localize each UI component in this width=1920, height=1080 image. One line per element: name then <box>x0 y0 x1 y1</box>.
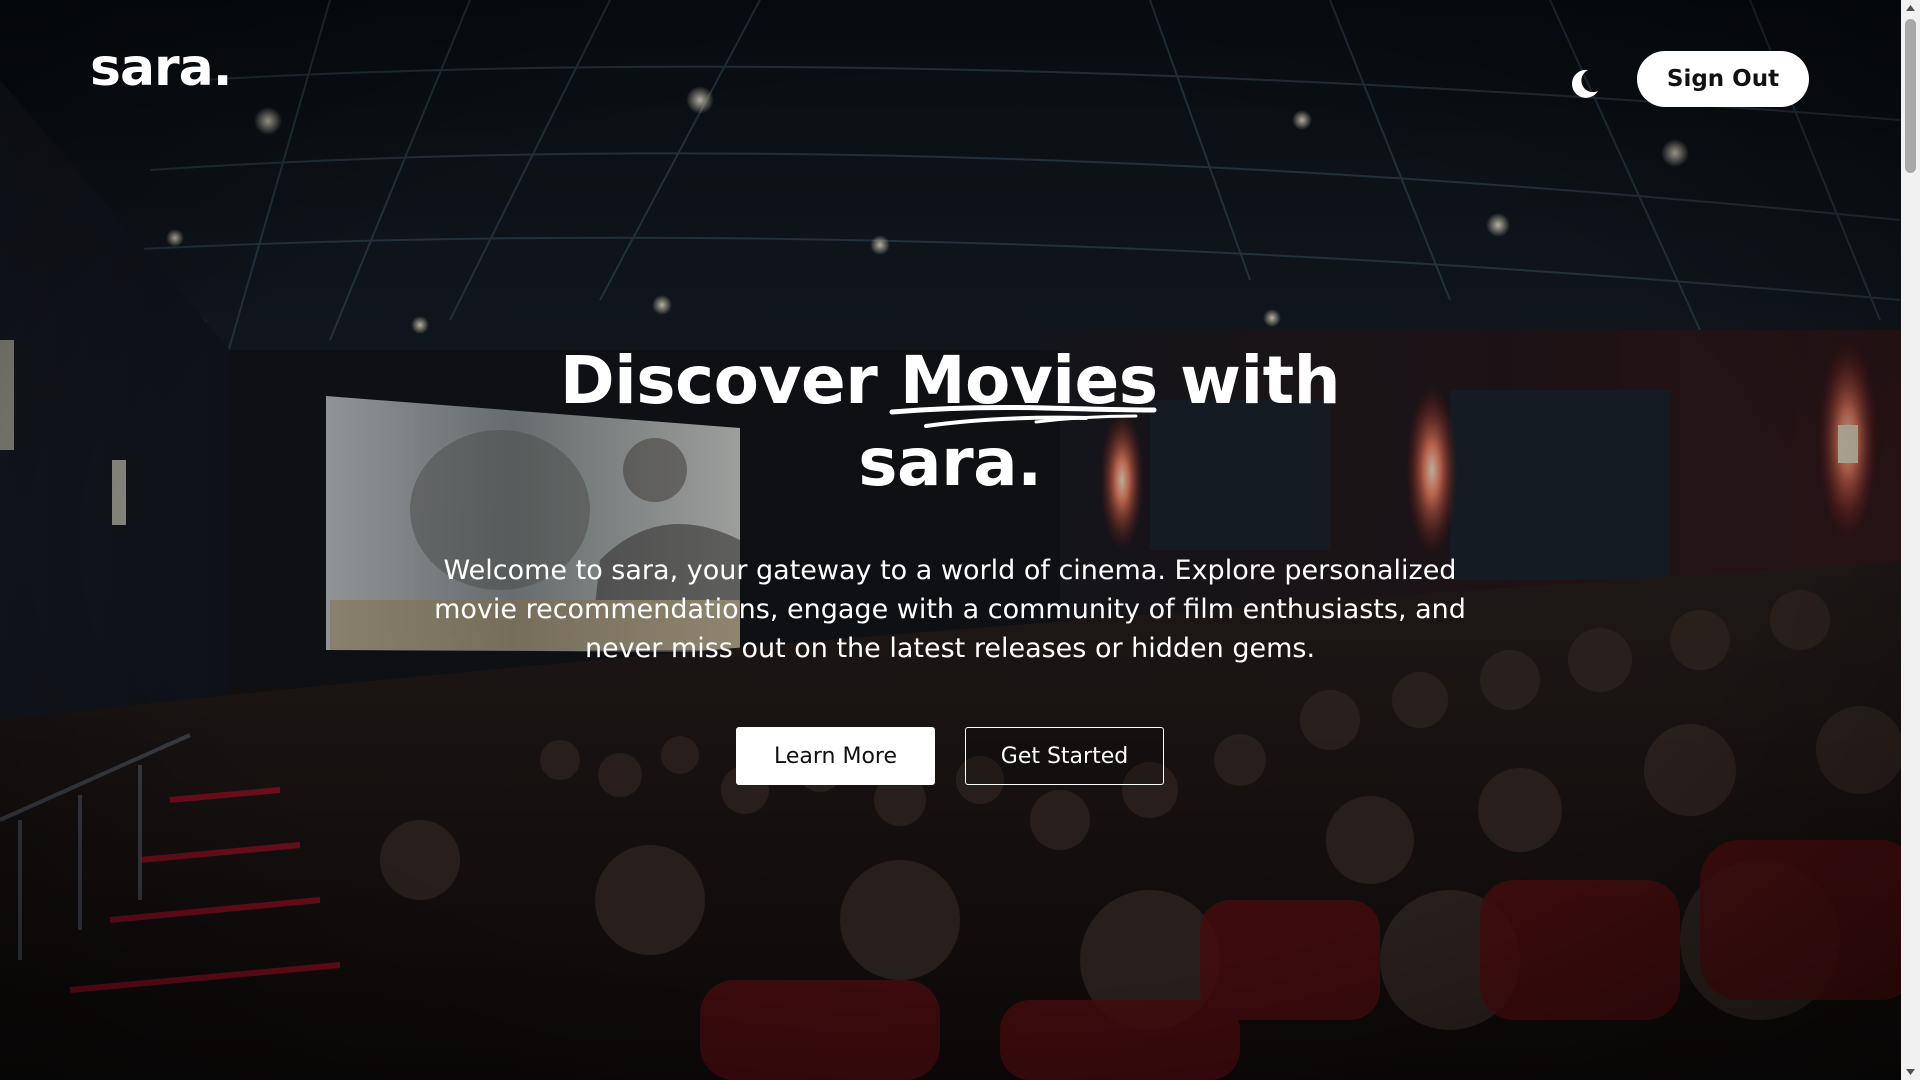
hero-title-suffix: with <box>1157 342 1341 419</box>
hero-title: Discover Movies with sara. <box>0 340 1900 504</box>
scroll-down-arrow-icon[interactable] <box>1901 1063 1920 1080</box>
landing-page: sara. Sign Out Discover Movies with sara… <box>0 0 1920 1080</box>
moon-icon <box>1571 69 1598 98</box>
site-header: sara. Sign Out <box>0 0 1900 160</box>
hero-description: Welcome to sara, your gateway to a world… <box>434 555 1466 664</box>
get-started-button[interactable]: Get Started <box>965 727 1164 785</box>
hero-title-prefix: Discover <box>559 342 900 419</box>
scroll-up-arrow-icon[interactable] <box>1901 0 1920 17</box>
learn-more-button[interactable]: Learn More <box>736 727 935 785</box>
theme-toggle-button[interactable] <box>1566 64 1604 102</box>
page-scrollbar[interactable] <box>1901 0 1920 1080</box>
sign-out-button[interactable]: Sign Out <box>1637 51 1809 107</box>
squiggle-underline <box>889 405 1157 428</box>
hero-background-image <box>0 0 1920 1080</box>
cta-button-group: Learn More Get Started <box>0 727 1900 785</box>
site-logo[interactable]: sara. <box>90 42 233 94</box>
scrollbar-thumb[interactable] <box>1905 19 1916 173</box>
hero-title-highlight: Movies <box>889 340 1158 428</box>
